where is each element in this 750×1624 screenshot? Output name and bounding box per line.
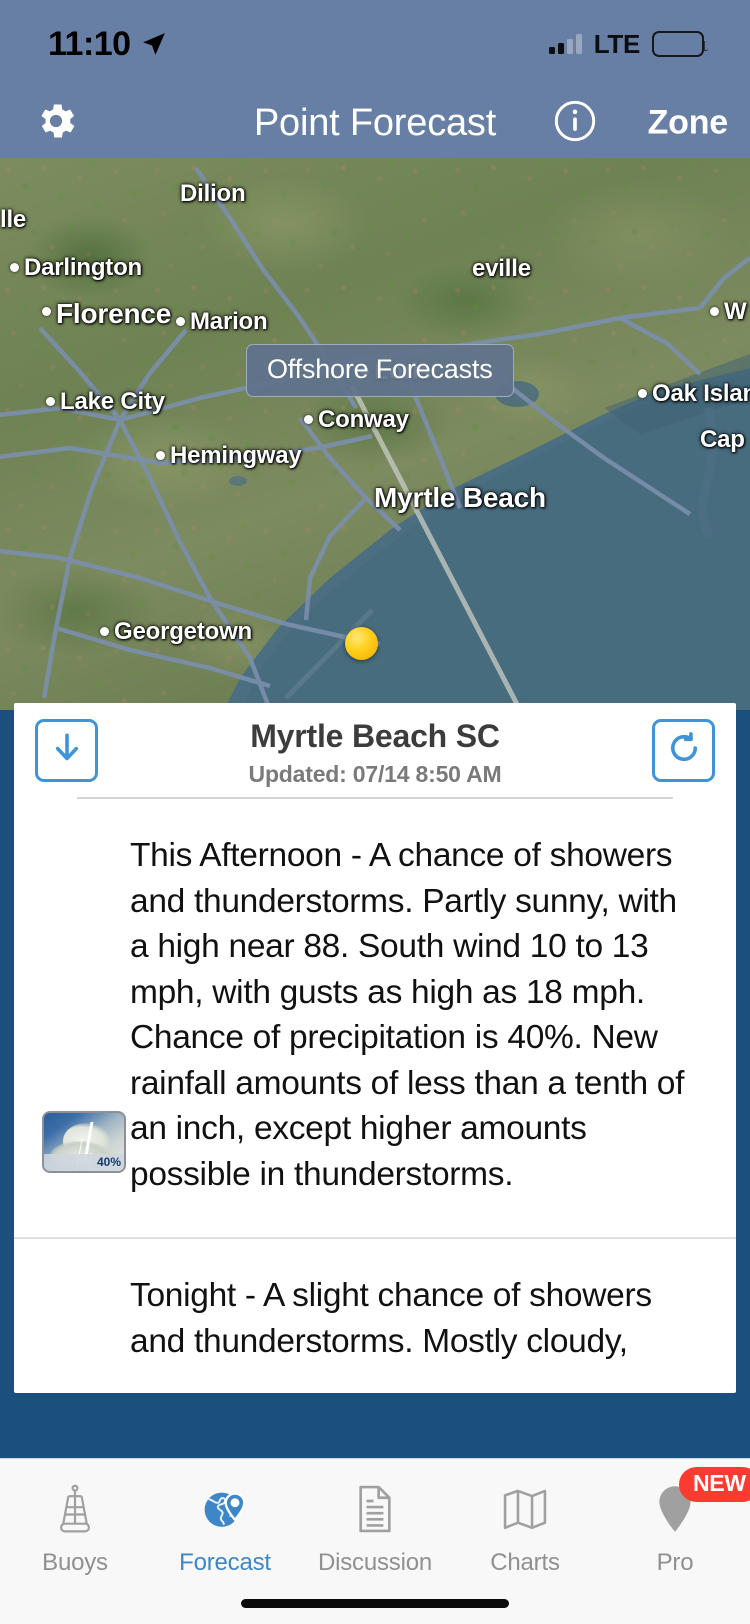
forecast-period-block: Tonight - A slight chance of showers and… [14, 1239, 736, 1393]
info-circle-icon [553, 99, 597, 148]
forecast-location-title: Myrtle Beach SC [250, 718, 500, 754]
map-city-dot [10, 263, 19, 272]
map-view[interactable]: lle Dilion Darlington Florence Marion eville L… [0, 158, 750, 710]
carrier-label: LTE [593, 28, 641, 59]
tab-label: Pro [656, 1549, 694, 1576]
download-arrow-icon [49, 730, 85, 771]
gear-icon [33, 98, 79, 149]
map-city-label: Georgetown [114, 618, 253, 645]
status-bar-left: 11:10 [48, 25, 167, 64]
tab-label: Buoys [42, 1549, 108, 1576]
map-city-label: Marion [190, 308, 268, 335]
settings-button[interactable] [30, 97, 82, 149]
status-bar: 11:10 LTE [0, 0, 750, 88]
tab-forecast[interactable]: Forecast [150, 1459, 300, 1577]
forecast-card-header: Myrtle Beach SC Updated: 07/14 8:50 AM [14, 703, 736, 799]
map-ocean [0, 166, 750, 710]
map-city-dot [100, 627, 109, 636]
map-city-label: Florence [56, 298, 172, 329]
map-city-dot [638, 389, 647, 398]
map-city-dot [304, 415, 313, 424]
map-fold-icon [501, 1481, 549, 1537]
map-city-label: Dilion [180, 180, 246, 207]
home-indicator [241, 1599, 509, 1608]
map-city-dot [156, 451, 165, 460]
map-city-dot [46, 397, 55, 406]
map-city-label: Hemingway [170, 442, 302, 469]
map-city-label: Cap [700, 426, 745, 453]
tab-charts[interactable]: Charts [450, 1459, 600, 1577]
map-city-label: Darlington [24, 254, 142, 281]
map-city-dot [42, 307, 51, 316]
map-city-label: Conway [318, 406, 409, 433]
map-city-label: Myrtle Beach [374, 482, 546, 513]
forecast-updated-time: Updated: 07/14 8:50 AM [248, 761, 502, 787]
map-city-dot [176, 317, 185, 326]
zone-button[interactable]: Zone [648, 104, 729, 143]
tab-label: Discussion [317, 1549, 433, 1576]
tab-label: Forecast [179, 1549, 271, 1576]
page-title: Point Forecast [253, 101, 497, 144]
info-button[interactable] [552, 100, 598, 146]
offshore-forecasts-button[interactable]: Offshore Forecasts [246, 344, 514, 397]
tab-buoys[interactable]: Buoys [0, 1459, 150, 1577]
app-screen: 11:10 LTE Point Forecast Zone lle Dilion… [0, 0, 750, 1624]
download-button[interactable] [35, 719, 98, 782]
document-icon [354, 1481, 396, 1537]
tab-label: Charts [490, 1549, 560, 1576]
tab-discussion[interactable]: Discussion [300, 1459, 450, 1577]
refresh-button[interactable] [652, 719, 715, 782]
map-city-label: lle [0, 206, 27, 233]
signal-strength-icon [548, 34, 582, 54]
map-city-label: Lake City [60, 388, 165, 415]
forecast-period-text: This Afternoon - A chance of showers and… [130, 837, 685, 1193]
bottom-tab-bar: Buoys Forecast Discussion Charts NEW Pro [0, 1458, 750, 1624]
forecast-period-block: 40% This Afternoon - A chance of showers… [14, 799, 736, 1237]
selected-location-pin[interactable] [345, 627, 378, 660]
forecast-card-title-group: Myrtle Beach SC Updated: 07/14 8:50 AM [249, 714, 502, 788]
thunderstorm-icon: 40% [42, 1111, 126, 1173]
map-city-dot [710, 307, 719, 316]
refresh-icon [666, 730, 702, 771]
status-bar-right: LTE [548, 28, 708, 60]
status-clock: 11:10 [48, 24, 131, 63]
precip-chance-badge: 40% [44, 1154, 124, 1171]
buoy-icon [53, 1481, 97, 1537]
new-badge: NEW [679, 1467, 750, 1502]
location-arrow-icon [141, 31, 167, 57]
forecast-period-text: Tonight - A slight chance of showers and… [130, 1277, 652, 1360]
map-city-label: W [724, 298, 747, 325]
map-city-label: eville [472, 255, 531, 282]
globe-pin-icon [201, 1481, 249, 1537]
battery-icon [652, 31, 708, 57]
forecast-card: Myrtle Beach SC Updated: 07/14 8:50 AM 4… [14, 703, 736, 1393]
map-city-label: Oak Islan [652, 380, 750, 407]
navigation-bar: Point Forecast Zone [0, 88, 750, 158]
tab-pro[interactable]: NEW Pro [600, 1459, 750, 1577]
